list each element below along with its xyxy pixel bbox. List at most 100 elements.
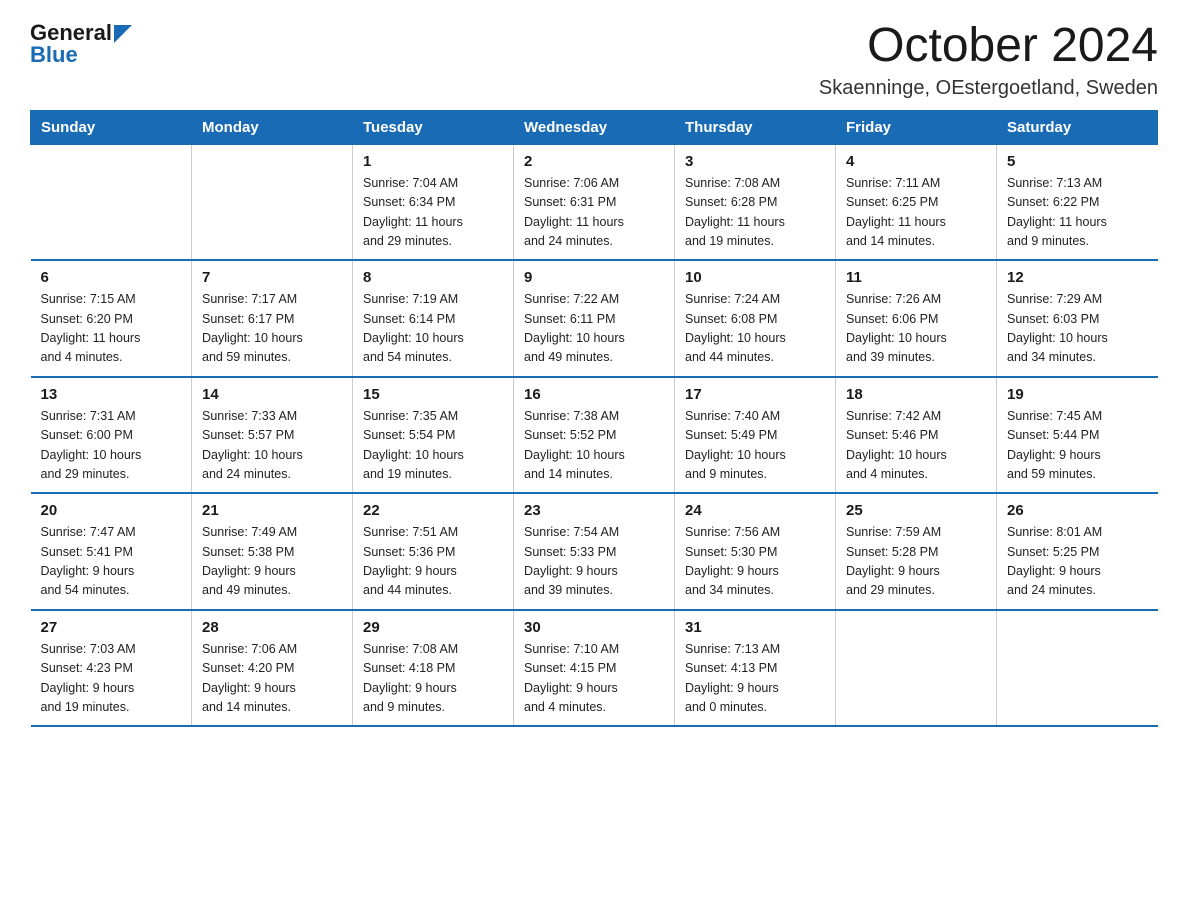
calendar-header-cell: Saturday bbox=[997, 110, 1158, 144]
calendar-day-cell: 25Sunrise: 7:59 AM Sunset: 5:28 PM Dayli… bbox=[836, 493, 997, 610]
day-info: Sunrise: 7:45 AM Sunset: 5:44 PM Dayligh… bbox=[1007, 407, 1148, 485]
calendar-day-cell: 22 Sunrise: 7:51 AM Sunset: 5:36 PM Dayli… bbox=[353, 493, 514, 610]
calendar-day-cell bbox=[192, 144, 353, 260]
day-number: 30 bbox=[524, 619, 664, 636]
calendar-day-cell: 23 Sunrise: 7:54 AM Sunset: 5:33 PM Dayli… bbox=[514, 493, 675, 610]
day-number: 1 bbox=[363, 153, 503, 170]
calendar-day-cell: 7 Sunrise: 7:17 AM Sunset: 6:17 PM Daylig… bbox=[192, 260, 353, 377]
calendar-header-cell: Tuesday bbox=[353, 110, 514, 144]
day-info: Sunrise: 7:56 AM Sunset: 5:30 PM Dayligh… bbox=[685, 523, 825, 601]
day-info: Sunrise: 7:08 AM Sunset: 4:18 PM Dayligh… bbox=[363, 640, 503, 718]
day-info: Sunrise: 7:08 AM Sunset: 6:28 PM Dayligh… bbox=[685, 174, 825, 252]
day-number: 21 bbox=[202, 502, 342, 519]
day-number: 27 bbox=[41, 619, 182, 636]
logo-arrow-icon bbox=[114, 25, 132, 43]
day-number: 17 bbox=[685, 386, 825, 403]
calendar-header-cell: Monday bbox=[192, 110, 353, 144]
calendar-week-row: 13 Sunrise: 7:31 AM Sunset: 6:00 PM Dayli… bbox=[31, 377, 1158, 494]
day-info: Sunrise: 7:15 AM Sunset: 6:20 PM Dayligh… bbox=[41, 290, 182, 368]
calendar-day-cell: 17Sunrise: 7:40 AM Sunset: 5:49 PM Dayli… bbox=[675, 377, 836, 494]
calendar-day-cell: 30 Sunrise: 7:10 AM Sunset: 4:15 PM Dayli… bbox=[514, 610, 675, 727]
calendar-header-cell: Wednesday bbox=[514, 110, 675, 144]
day-info: Sunrise: 7:13 AM Sunset: 6:22 PM Dayligh… bbox=[1007, 174, 1148, 252]
day-info: Sunrise: 7:35 AM Sunset: 5:54 PM Dayligh… bbox=[363, 407, 503, 485]
calendar-day-cell: 12Sunrise: 7:29 AM Sunset: 6:03 PM Dayli… bbox=[997, 260, 1158, 377]
calendar-header-cell: Thursday bbox=[675, 110, 836, 144]
day-number: 12 bbox=[1007, 269, 1148, 286]
day-info: Sunrise: 7:13 AM Sunset: 4:13 PM Dayligh… bbox=[685, 640, 825, 718]
calendar-day-cell: 24Sunrise: 7:56 AM Sunset: 5:30 PM Dayli… bbox=[675, 493, 836, 610]
calendar-day-cell: 13 Sunrise: 7:31 AM Sunset: 6:00 PM Dayli… bbox=[31, 377, 192, 494]
day-info: Sunrise: 7:51 AM Sunset: 5:36 PM Dayligh… bbox=[363, 523, 503, 601]
calendar-day-cell: 18 Sunrise: 7:42 AM Sunset: 5:46 PM Dayli… bbox=[836, 377, 997, 494]
day-number: 28 bbox=[202, 619, 342, 636]
day-number: 20 bbox=[41, 502, 182, 519]
calendar-day-cell bbox=[31, 144, 192, 260]
calendar-day-cell: 20 Sunrise: 7:47 AM Sunset: 5:41 PM Dayli… bbox=[31, 493, 192, 610]
day-info: Sunrise: 7:49 AM Sunset: 5:38 PM Dayligh… bbox=[202, 523, 342, 601]
day-number: 7 bbox=[202, 269, 342, 286]
day-info: Sunrise: 7:26 AM Sunset: 6:06 PM Dayligh… bbox=[846, 290, 986, 368]
day-number: 19 bbox=[1007, 386, 1148, 403]
day-info: Sunrise: 7:06 AM Sunset: 6:31 PM Dayligh… bbox=[524, 174, 664, 252]
calendar-day-cell: 16Sunrise: 7:38 AM Sunset: 5:52 PM Dayli… bbox=[514, 377, 675, 494]
calendar-day-cell: 11 Sunrise: 7:26 AM Sunset: 6:06 PM Dayli… bbox=[836, 260, 997, 377]
day-number: 31 bbox=[685, 619, 825, 636]
title-block: October 2024 Skaenninge, OEstergoetland,… bbox=[819, 20, 1158, 100]
day-number: 14 bbox=[202, 386, 342, 403]
day-info: Sunrise: 7:22 AM Sunset: 6:11 PM Dayligh… bbox=[524, 290, 664, 368]
calendar-header-cell: Sunday bbox=[31, 110, 192, 144]
day-info: Sunrise: 7:10 AM Sunset: 4:15 PM Dayligh… bbox=[524, 640, 664, 718]
calendar-day-cell: 4Sunrise: 7:11 AM Sunset: 6:25 PM Daylig… bbox=[836, 144, 997, 260]
calendar-day-cell: 3 Sunrise: 7:08 AM Sunset: 6:28 PM Daylig… bbox=[675, 144, 836, 260]
day-number: 13 bbox=[41, 386, 182, 403]
day-info: Sunrise: 7:47 AM Sunset: 5:41 PM Dayligh… bbox=[41, 523, 182, 601]
day-number: 25 bbox=[846, 502, 986, 519]
day-number: 23 bbox=[524, 502, 664, 519]
calendar-day-cell: 21 Sunrise: 7:49 AM Sunset: 5:38 PM Dayli… bbox=[192, 493, 353, 610]
day-number: 26 bbox=[1007, 502, 1148, 519]
day-info: Sunrise: 7:11 AM Sunset: 6:25 PM Dayligh… bbox=[846, 174, 986, 252]
calendar-day-cell: 2Sunrise: 7:06 AM Sunset: 6:31 PM Daylig… bbox=[514, 144, 675, 260]
day-info: Sunrise: 7:17 AM Sunset: 6:17 PM Dayligh… bbox=[202, 290, 342, 368]
calendar-day-cell bbox=[836, 610, 997, 727]
calendar-day-cell: 29 Sunrise: 7:08 AM Sunset: 4:18 PM Dayli… bbox=[353, 610, 514, 727]
day-info: Sunrise: 7:38 AM Sunset: 5:52 PM Dayligh… bbox=[524, 407, 664, 485]
day-number: 5 bbox=[1007, 153, 1148, 170]
page-header: General Blue October 2024 Skaenninge, OE… bbox=[30, 20, 1158, 100]
calendar-week-row: 1Sunrise: 7:04 AM Sunset: 6:34 PM Daylig… bbox=[31, 144, 1158, 260]
day-info: Sunrise: 7:54 AM Sunset: 5:33 PM Dayligh… bbox=[524, 523, 664, 601]
calendar-day-cell: 9 Sunrise: 7:22 AM Sunset: 6:11 PM Daylig… bbox=[514, 260, 675, 377]
day-number: 10 bbox=[685, 269, 825, 286]
calendar-day-cell: 5 Sunrise: 7:13 AM Sunset: 6:22 PM Daylig… bbox=[997, 144, 1158, 260]
calendar-day-cell: 6Sunrise: 7:15 AM Sunset: 6:20 PM Daylig… bbox=[31, 260, 192, 377]
calendar-day-cell: 28Sunrise: 7:06 AM Sunset: 4:20 PM Dayli… bbox=[192, 610, 353, 727]
day-number: 8 bbox=[363, 269, 503, 286]
calendar-day-cell: 19 Sunrise: 7:45 AM Sunset: 5:44 PM Dayli… bbox=[997, 377, 1158, 494]
day-number: 18 bbox=[846, 386, 986, 403]
calendar-header-row: SundayMondayTuesdayWednesdayThursdayFrid… bbox=[31, 110, 1158, 144]
logo: General Blue bbox=[30, 20, 132, 68]
day-number: 29 bbox=[363, 619, 503, 636]
day-number: 3 bbox=[685, 153, 825, 170]
day-info: Sunrise: 7:31 AM Sunset: 6:00 PM Dayligh… bbox=[41, 407, 182, 485]
calendar-day-cell: 31 Sunrise: 7:13 AM Sunset: 4:13 PM Dayli… bbox=[675, 610, 836, 727]
calendar-day-cell: 14Sunrise: 7:33 AM Sunset: 5:57 PM Dayli… bbox=[192, 377, 353, 494]
calendar-day-cell: 15 Sunrise: 7:35 AM Sunset: 5:54 PM Dayli… bbox=[353, 377, 514, 494]
calendar-day-cell bbox=[997, 610, 1158, 727]
day-info: Sunrise: 7:24 AM Sunset: 6:08 PM Dayligh… bbox=[685, 290, 825, 368]
day-info: Sunrise: 8:01 AM Sunset: 5:25 PM Dayligh… bbox=[1007, 523, 1148, 601]
day-number: 11 bbox=[846, 269, 986, 286]
day-info: Sunrise: 7:42 AM Sunset: 5:46 PM Dayligh… bbox=[846, 407, 986, 485]
calendar-table: SundayMondayTuesdayWednesdayThursdayFrid… bbox=[30, 110, 1158, 728]
calendar-week-row: 27Sunrise: 7:03 AM Sunset: 4:23 PM Dayli… bbox=[31, 610, 1158, 727]
page-title: October 2024 bbox=[819, 20, 1158, 73]
day-number: 9 bbox=[524, 269, 664, 286]
day-number: 15 bbox=[363, 386, 503, 403]
calendar-day-cell: 1Sunrise: 7:04 AM Sunset: 6:34 PM Daylig… bbox=[353, 144, 514, 260]
calendar-week-row: 20 Sunrise: 7:47 AM Sunset: 5:41 PM Dayli… bbox=[31, 493, 1158, 610]
day-info: Sunrise: 7:19 AM Sunset: 6:14 PM Dayligh… bbox=[363, 290, 503, 368]
logo-blue-text: Blue bbox=[30, 42, 132, 68]
day-number: 22 bbox=[363, 502, 503, 519]
calendar-day-cell: 26 Sunrise: 8:01 AM Sunset: 5:25 PM Dayli… bbox=[997, 493, 1158, 610]
